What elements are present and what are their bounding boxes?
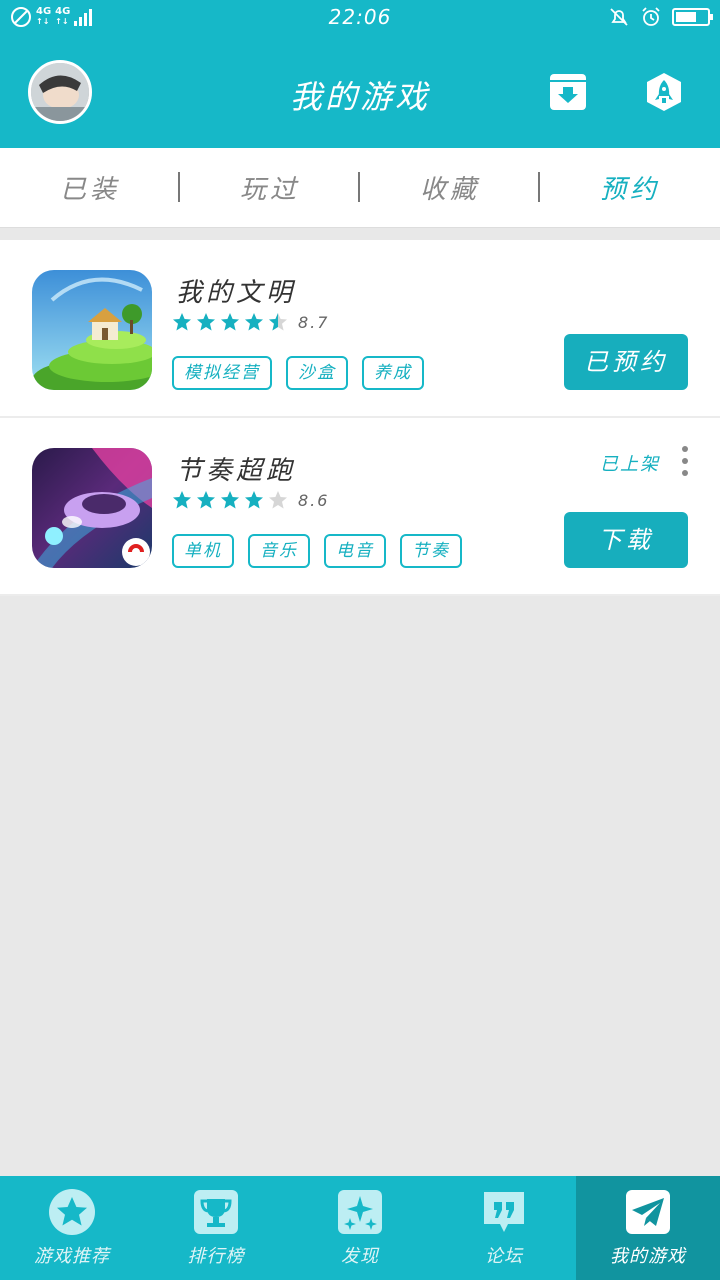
download-manager-button[interactable] <box>548 72 588 112</box>
genre-tag[interactable]: 音乐 <box>248 534 310 568</box>
genre-tag[interactable]: 沙盒 <box>286 356 348 390</box>
star-half-icon <box>269 313 287 331</box>
tab-divider <box>358 172 360 202</box>
more-options-button[interactable] <box>676 446 694 476</box>
paper-plane-icon <box>626 1190 670 1234</box>
tag-list: 单机 音乐 电音 节奏 <box>172 534 462 568</box>
rating-score: 8.7 <box>298 312 330 332</box>
speedup-button[interactable] <box>644 72 684 112</box>
status-bar: 4G ↑↓ 4G ↑↓ 22:06 <box>0 0 720 36</box>
genre-tag[interactable]: 单机 <box>172 534 234 568</box>
tab-bar: 已装 玩过 收藏 预约 <box>0 148 720 228</box>
star-full-icon <box>173 491 191 509</box>
more-dot-icon <box>682 458 688 464</box>
tag-list: 模拟经营 沙盒 养成 <box>172 356 424 390</box>
tab-favorites[interactable]: 收藏 <box>360 148 540 227</box>
nav-label: 排行榜 <box>187 1246 245 1267</box>
tab-reserved[interactable]: 预约 <box>540 148 720 227</box>
game-row[interactable]: 我的文明 8.7 模拟经营 沙盒 养成 已预约 <box>0 240 720 418</box>
sparkle-icon <box>338 1190 382 1234</box>
nav-label: 论坛 <box>485 1246 523 1267</box>
download-box-icon <box>550 74 586 110</box>
battery-icon <box>672 8 713 26</box>
nav-recommend[interactable]: 游戏推荐 <box>0 1176 144 1280</box>
star-full-icon <box>245 313 263 331</box>
download-button[interactable]: 下载 <box>564 512 688 568</box>
nav-forum[interactable]: 论坛 <box>432 1176 576 1280</box>
reserved-button[interactable]: 已预约 <box>564 334 688 390</box>
game-icon-rhythm-racer[interactable] <box>32 448 152 568</box>
nav-label: 游戏推荐 <box>34 1246 110 1267</box>
rhythm-racer-artwork <box>32 448 152 568</box>
star-icon <box>49 1189 95 1235</box>
bottom-nav: 游戏推荐 排行榜 发现 论坛 我的游戏 <box>0 1176 720 1280</box>
tab-installed[interactable]: 已装 <box>0 148 180 227</box>
game-name[interactable]: 我的文明 <box>176 272 296 309</box>
game-icon-civilization[interactable] <box>32 270 152 390</box>
more-dot-icon <box>682 470 688 476</box>
star-full-icon <box>221 491 239 509</box>
tab-played[interactable]: 玩过 <box>180 148 360 227</box>
nav-label: 发现 <box>341 1246 379 1267</box>
civilization-artwork <box>32 270 152 390</box>
tab-divider <box>538 172 540 202</box>
game-list: 我的文明 8.7 模拟经营 沙盒 养成 已预约 节奏超跑 8.6 单机 音乐 电… <box>0 240 720 596</box>
star-full-icon <box>197 313 215 331</box>
trophy-icon <box>194 1190 238 1234</box>
alarm-icon <box>642 7 660 26</box>
genre-tag[interactable]: 模拟经营 <box>172 356 272 390</box>
genre-tag[interactable]: 电音 <box>324 534 386 568</box>
genre-tag[interactable]: 养成 <box>362 356 424 390</box>
star-full-icon <box>245 491 263 509</box>
rating-score: 8.6 <box>298 490 330 510</box>
star-full-icon <box>221 313 239 331</box>
nav-my-games[interactable]: 我的游戏 <box>576 1176 720 1280</box>
more-dot-icon <box>682 446 688 452</box>
rating: 8.6 <box>172 490 329 510</box>
genre-tag[interactable]: 节奏 <box>400 534 462 568</box>
nav-ranking[interactable]: 排行榜 <box>144 1176 288 1280</box>
tab-divider <box>178 172 180 202</box>
nav-label: 我的游戏 <box>610 1246 686 1267</box>
rocket-icon <box>647 73 681 111</box>
bell-muted-icon <box>610 8 628 26</box>
page-title: 我的游戏 <box>289 78 430 116</box>
star-full-icon <box>173 313 191 331</box>
quote-icon <box>484 1192 524 1232</box>
app-header: 4G ↑↓ 4G ↑↓ 22:06 我的游戏 <box>0 0 720 148</box>
game-row[interactable]: 节奏超跑 8.6 单机 音乐 电音 节奏 已上架 下载 <box>0 418 720 596</box>
release-status: 已上架 <box>600 454 660 475</box>
star-empty-icon <box>269 491 287 509</box>
status-right <box>608 6 713 28</box>
game-name[interactable]: 节奏超跑 <box>176 450 296 487</box>
star-full-icon <box>197 491 215 509</box>
nav-discover[interactable]: 发现 <box>288 1176 432 1280</box>
rating: 8.7 <box>172 312 329 332</box>
